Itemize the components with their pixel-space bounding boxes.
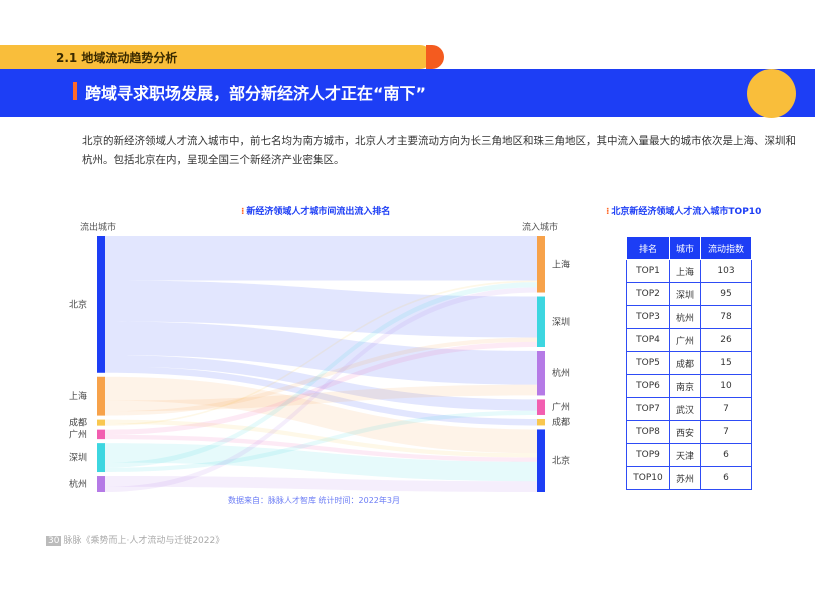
city-cell: 武汉	[669, 397, 701, 421]
node-bar	[537, 429, 545, 492]
index-cell: 15	[700, 351, 752, 375]
table-row: TOP10 苏州 6	[626, 466, 752, 490]
index-cell: 103	[700, 259, 752, 283]
node-bar	[97, 376, 105, 416]
city-cell: 天津	[669, 443, 701, 467]
rank-cell: TOP10	[626, 466, 670, 490]
sankey-title-text: 新经济领域人才城市间流出流入排名	[246, 207, 391, 217]
rank-cell: TOP3	[626, 305, 670, 329]
header-rank: 排名	[626, 236, 670, 260]
city-cell: 成都	[669, 351, 701, 375]
node-label: 广州	[69, 428, 87, 440]
index-cell: 78	[700, 305, 752, 329]
footer-text: 脉脉《乘势而上·人才流动与迁徙2022》	[63, 536, 225, 546]
table-row: TOP2 深圳 95	[626, 282, 752, 306]
node-bar	[97, 476, 105, 492]
intro-paragraph: 北京的新经济领域人才流入城市中，前七名均为南方城市，北京人才主要流动方向为长三角…	[82, 135, 796, 166]
rank-cell: TOP9	[626, 443, 670, 467]
table-header-row: 排名 城市 流动指数	[626, 236, 752, 260]
table-row: TOP1 上海 103	[626, 259, 752, 283]
node-label: 杭州	[69, 478, 87, 490]
index-cell: 26	[700, 328, 752, 352]
city-cell: 深圳	[669, 282, 701, 306]
index-cell: 95	[700, 282, 752, 306]
node-label: 成都	[69, 417, 87, 429]
sankey-title: ⁝ 新经济领域人才城市间流出流入排名	[241, 204, 390, 217]
node-bar	[537, 350, 545, 396]
section-title: 2.1 地域流动趋势分析	[56, 51, 178, 65]
rank-cell: TOP6	[626, 374, 670, 398]
node-label: 北京	[552, 455, 570, 467]
index-cell: 6	[700, 443, 752, 467]
node-bar	[537, 236, 545, 293]
banner-accent-mark	[73, 82, 77, 100]
index-cell: 7	[700, 420, 752, 444]
node-label: 成都	[552, 416, 570, 428]
node-bar	[97, 429, 105, 440]
table-row: TOP8 西安 7	[626, 420, 752, 444]
rank-cell: TOP7	[626, 397, 670, 421]
page-number: 30	[46, 536, 62, 546]
table-title: ⁝ 北京新经济领域人才流入城市TOP10	[606, 204, 761, 217]
node-label: 深圳	[69, 453, 87, 464]
index-cell: 10	[700, 374, 752, 398]
bullet-icon: ⁝	[241, 207, 245, 217]
node-label: 广州	[552, 401, 570, 413]
rank-cell: TOP4	[626, 328, 670, 352]
node-label: 深圳	[552, 317, 570, 328]
decorative-circle	[747, 69, 796, 118]
city-cell: 广州	[669, 328, 701, 352]
bullet-icon: ⁝	[606, 207, 610, 217]
table-row: TOP7 武汉 7	[626, 397, 752, 421]
rank-cell: TOP2	[626, 282, 670, 306]
index-cell: 6	[700, 466, 752, 490]
rank-cell: TOP8	[626, 420, 670, 444]
table-row: TOP6 南京 10	[626, 374, 752, 398]
node-label: 北京	[69, 298, 87, 310]
data-source-note: 数据来自：脉脉人才智库 统计时间：2022年3月	[228, 496, 400, 505]
node-label: 杭州	[552, 367, 570, 379]
sankey-chart: 北京上海成都广州深圳杭州上海深圳杭州广州成都北京	[69, 236, 570, 492]
node-bar	[537, 399, 545, 415]
node-label: 上海	[69, 390, 87, 402]
page-title: 跨域寻求职场发展，部分新经济人才正在“南下”	[85, 84, 427, 103]
node-label: 上海	[552, 258, 570, 270]
node-bar	[97, 419, 105, 426]
rank-cell: TOP5	[626, 351, 670, 375]
node-bar	[97, 443, 105, 473]
flow-link	[105, 236, 537, 281]
section-header-accent	[426, 45, 444, 69]
table-title-text: 北京新经济领域人才流入城市TOP10	[611, 207, 762, 217]
city-cell: 上海	[669, 259, 701, 283]
city-cell: 杭州	[669, 305, 701, 329]
table-row: TOP3 杭州 78	[626, 305, 752, 329]
header-index: 流动指数	[700, 236, 752, 260]
node-bar	[97, 236, 105, 373]
table-row: TOP5 成都 15	[626, 351, 752, 375]
index-cell: 7	[700, 397, 752, 421]
table-row: TOP4 广州 26	[626, 328, 752, 352]
table-row: TOP9 天津 6	[626, 443, 752, 467]
city-cell: 苏州	[669, 466, 701, 490]
rank-cell: TOP1	[626, 259, 670, 283]
ranking-table: 排名 城市 流动指数 TOP1 上海 103 TOP2 深圳 95 TOP3 杭州 78 T…	[626, 236, 752, 490]
city-cell: 南京	[669, 374, 701, 398]
node-bar	[537, 418, 545, 426]
node-bar	[537, 296, 545, 347]
city-cell: 西安	[669, 420, 701, 444]
header-city: 城市	[669, 236, 701, 260]
page-footer: 30 脉脉《乘势而上·人才流动与迁徙2022》	[46, 533, 224, 546]
